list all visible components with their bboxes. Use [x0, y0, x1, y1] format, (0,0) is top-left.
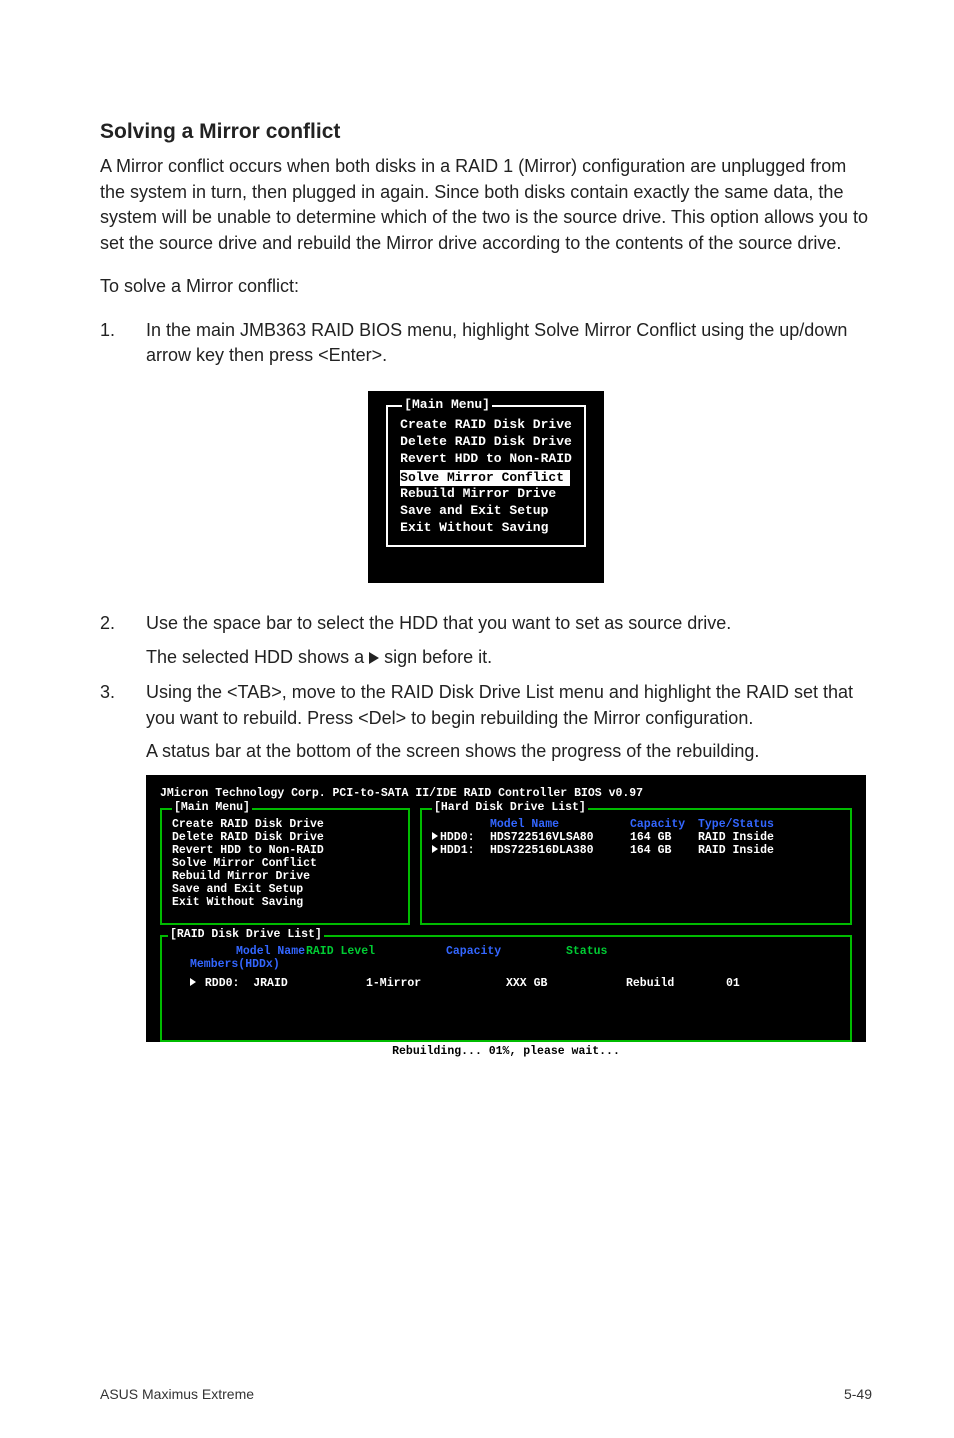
bios-small-item: Revert HDD to Non-RAID — [400, 451, 572, 468]
step-2-sub: The selected HDD shows a sign before it. — [146, 645, 872, 671]
bios-small-item: Exit Without Saving — [400, 520, 572, 537]
step-3-sub: A status bar at the bottom of the screen… — [146, 739, 872, 765]
raid-name: JRAID — [253, 977, 288, 990]
section-heading: Solving a Mirror conflict — [100, 120, 872, 144]
raid-members-label: Members(HDDx) — [176, 958, 836, 971]
step-2: 2. Use the space bar to select the HDD t… — [100, 611, 872, 637]
hdd-slot: HDD0: — [440, 831, 475, 844]
bios-status-bar: Rebuilding... 01%, please wait... — [146, 1042, 866, 1061]
bios-small-item: Rebuild Mirror Drive — [400, 486, 572, 503]
raid-col-status: Status — [566, 945, 607, 958]
bios-main-item: Rebuild Mirror Drive — [172, 870, 398, 883]
raid-level: 1-Mirror — [366, 977, 506, 990]
bios-small-item: Create RAID Disk Drive — [400, 417, 572, 434]
raid-col-cap: Capacity — [446, 945, 566, 958]
step-number: 3. — [100, 680, 146, 731]
step-2-sub-a: The selected HDD shows a — [146, 647, 369, 667]
bios-header: JMicron Technology Corp. PCI-to-SATA II/… — [160, 787, 852, 800]
step-text: Using the <TAB>, move to the RAID Disk D… — [146, 680, 872, 731]
hdd-model: HDS722516DLA380 — [490, 844, 630, 857]
hdd-type: RAID Inside — [698, 844, 774, 857]
raid-col-level: RAID Level — [306, 945, 446, 958]
triangle-icon — [432, 832, 438, 840]
bios-main-item: Save and Exit Setup — [172, 883, 398, 896]
raid-members: 01 — [726, 977, 740, 990]
footer-left: ASUS Maximus Extreme — [100, 1386, 254, 1402]
bios-main-title: [Main Menu] — [172, 801, 252, 814]
hdd-type: RAID Inside — [698, 831, 774, 844]
step-number: 2. — [100, 611, 146, 637]
bios-main-item: Delete RAID Disk Drive — [172, 831, 398, 844]
hdd-cap: 164 GB — [630, 844, 698, 857]
step-3: 3. Using the <TAB>, move to the RAID Dis… — [100, 680, 872, 731]
bios-full-screenshot: JMicron Technology Corp. PCI-to-SATA II/… — [146, 775, 866, 1042]
footer-page: 5-49 — [844, 1386, 872, 1402]
triangle-icon — [432, 845, 438, 853]
raid-status: Rebuild — [626, 977, 726, 990]
lead-line: To solve a Mirror conflict: — [100, 274, 872, 300]
hdd-row: HDD1: HDS722516DLA380 164 GB RAID Inside — [432, 844, 840, 857]
hdd-col-model: Model Name — [490, 818, 630, 831]
step-1: 1. In the main JMB363 RAID BIOS menu, hi… — [100, 318, 872, 369]
bios-main-menu-screenshot: [Main Menu] Create RAID Disk Drive Delet… — [368, 391, 604, 583]
raid-slot: RDD0: — [205, 977, 240, 990]
bios-small-title: [Main Menu] — [402, 397, 492, 412]
bios-small-item-selected: Solve Mirror Conflict — [400, 470, 570, 487]
step-number: 1. — [100, 318, 146, 369]
bios-main-item: Exit Without Saving — [172, 896, 398, 909]
bios-main-item: Revert HDD to Non-RAID — [172, 844, 398, 857]
hdd-col-cap: Capacity — [630, 818, 698, 831]
hdd-slot: HDD1: — [440, 844, 475, 857]
hdd-cap: 164 GB — [630, 831, 698, 844]
hdd-model: HDS722516VLSA80 — [490, 831, 630, 844]
bios-hdd-title: [Hard Disk Drive List] — [432, 801, 588, 814]
raid-row: RDD0: JRAID 1-Mirror XXX GB Rebuild 01 — [176, 977, 836, 990]
hdd-row: HDD0: HDS722516VLSA80 164 GB RAID Inside — [432, 831, 840, 844]
hdd-col-type: Type/Status — [698, 818, 774, 831]
bios-main-item: Solve Mirror Conflict — [172, 857, 398, 870]
bios-raid-list-panel: [RAID Disk Drive List] Model Name RAID L… — [160, 935, 852, 1042]
bios-hdd-list-panel: [Hard Disk Drive List] Model Name Capaci… — [420, 808, 852, 925]
triangle-icon — [190, 978, 196, 986]
step-2-sub-b: sign before it. — [379, 647, 492, 667]
intro-paragraph: A Mirror conflict occurs when both disks… — [100, 154, 872, 256]
bios-raid-title: [RAID Disk Drive List] — [168, 928, 324, 941]
bios-small-item: Save and Exit Setup — [400, 503, 572, 520]
raid-cap: XXX GB — [506, 977, 626, 990]
step-text: Use the space bar to select the HDD that… — [146, 611, 872, 637]
bios-small-item: Delete RAID Disk Drive — [400, 434, 572, 451]
bios-main-menu-panel: [Main Menu] Create RAID Disk Drive Delet… — [160, 808, 410, 925]
bios-main-item: Create RAID Disk Drive — [172, 818, 398, 831]
raid-col-model: Model Name — [176, 945, 306, 958]
step-text: In the main JMB363 RAID BIOS menu, highl… — [146, 318, 872, 369]
triangle-icon — [369, 652, 379, 664]
